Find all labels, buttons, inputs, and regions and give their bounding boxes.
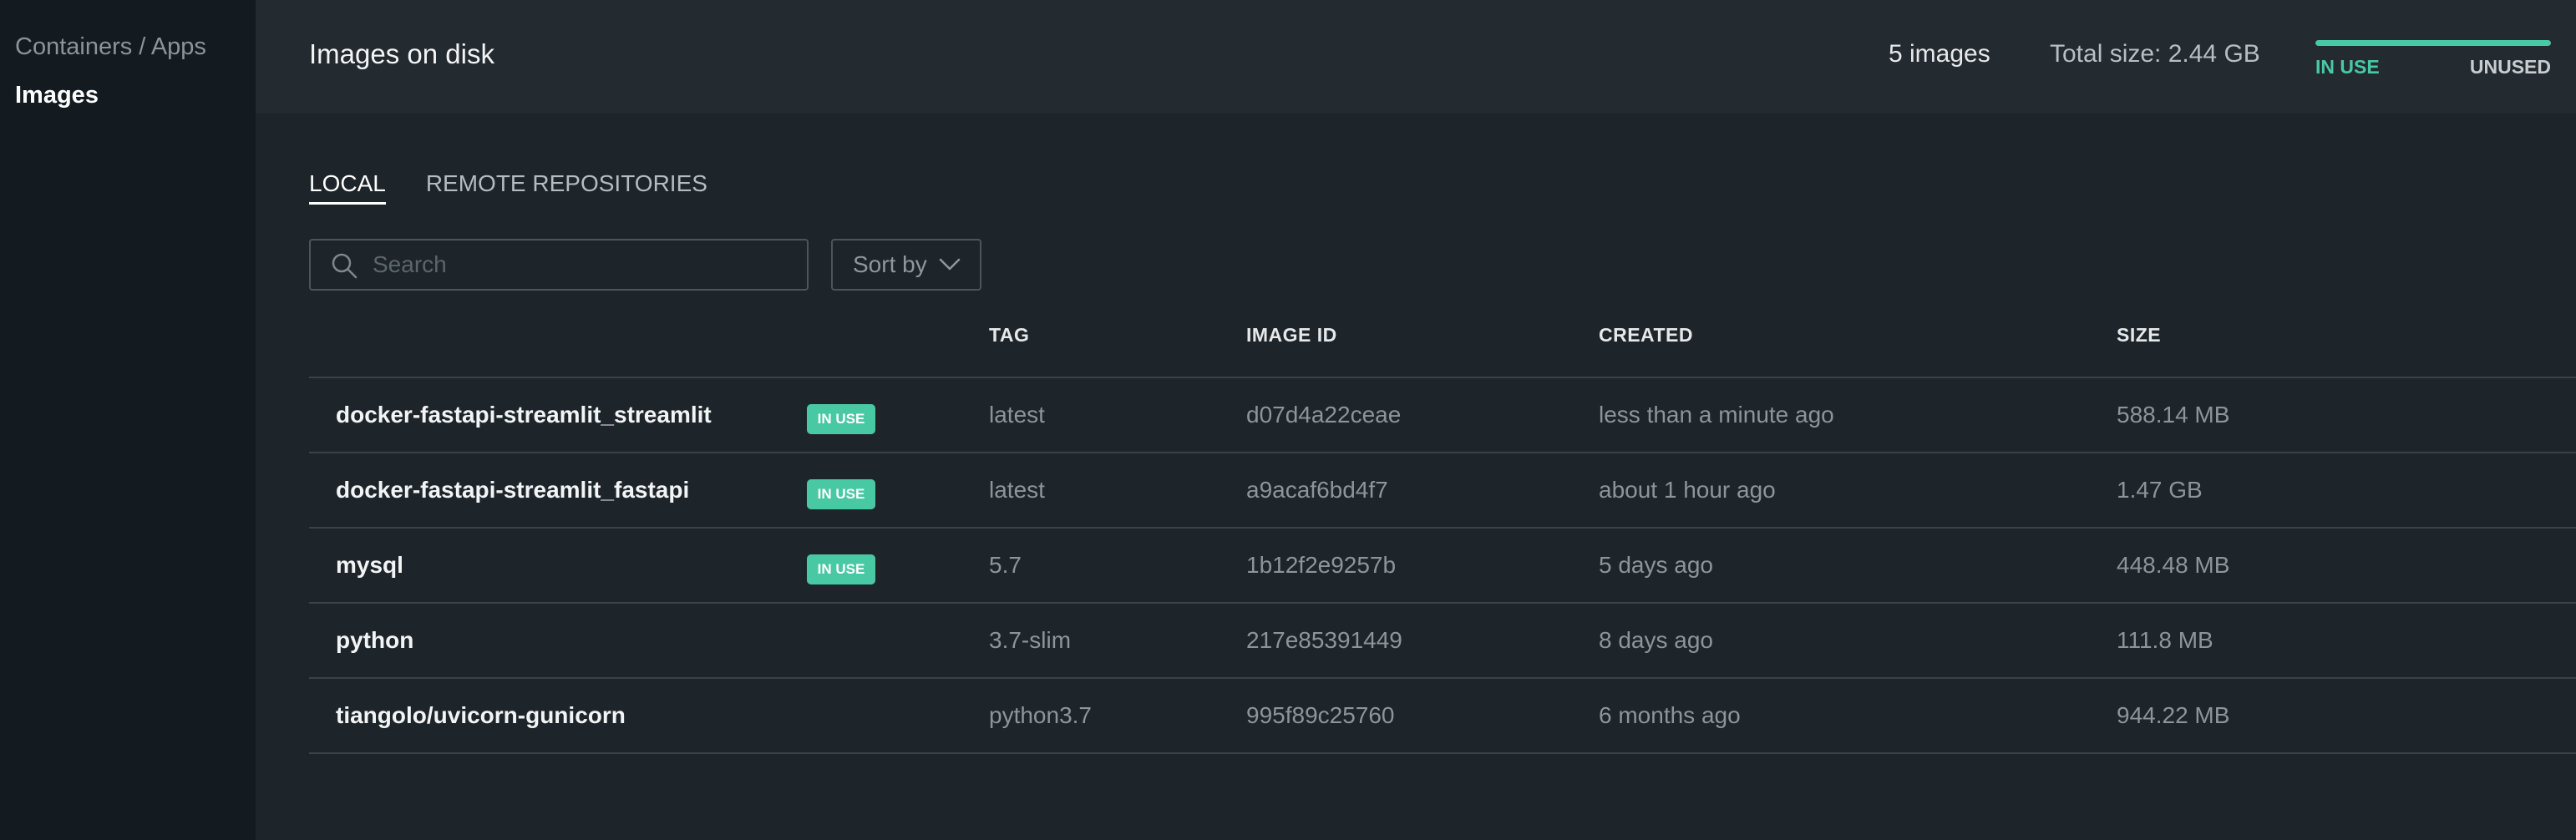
image-created: 8 days ago	[1599, 627, 1713, 653]
usage-fill-in-use	[2315, 40, 2551, 46]
image-count: 5 images	[1889, 40, 1990, 68]
total-size: Total size: 2.44 GB	[2050, 40, 2260, 68]
column-header-created[interactable]: CREATED	[1599, 324, 1693, 347]
image-id: d07d4a22ceae	[1246, 402, 1402, 428]
table-row[interactable]: docker-fastapi-streamlit_fastapi IN USE …	[309, 453, 2576, 529]
image-id: 995f89c25760	[1246, 702, 1395, 728]
tab-bar: LOCAL REMOTE REPOSITORIES	[309, 170, 707, 205]
column-header-image-id[interactable]: IMAGE ID	[1246, 324, 1337, 347]
tab-remote-repositories[interactable]: REMOTE REPOSITORIES	[426, 170, 707, 205]
image-name: tiangolo/uvicorn-gunicorn	[336, 702, 626, 728]
column-header-tag[interactable]: TAG	[989, 324, 1029, 347]
table-row[interactable]: python 3.7-slim 217e85391449 8 days ago …	[309, 604, 2576, 679]
image-created: less than a minute ago	[1599, 402, 1834, 428]
search-icon	[332, 253, 357, 279]
sidebar-item-images[interactable]: Images	[15, 82, 99, 109]
header-bar: Images on disk 5 images Total size: 2.44…	[256, 0, 2576, 114]
chevron-down-icon	[939, 258, 960, 271]
search-box	[309, 239, 809, 291]
usage-track	[2315, 40, 2551, 46]
image-id: 1b12f2e9257b	[1246, 552, 1397, 578]
usage-label-in-use: IN USE	[2315, 56, 2380, 78]
sidebar-item-containers[interactable]: Containers / Apps	[15, 33, 206, 61]
column-header-size[interactable]: SIZE	[2117, 324, 2161, 347]
image-size: 448.48 MB	[2117, 552, 2230, 578]
usage-label-unused: UNUSED	[2469, 56, 2551, 78]
image-tag: python3.7	[989, 702, 1092, 728]
image-size: 1.47 GB	[2117, 477, 2203, 503]
tab-local[interactable]: LOCAL	[309, 170, 386, 205]
image-id: 217e85391449	[1246, 627, 1402, 653]
table-row[interactable]: tiangolo/uvicorn-gunicorn python3.7 995f…	[309, 679, 2576, 754]
image-size: 111.8 MB	[2117, 627, 2213, 653]
image-tag: 5.7	[989, 552, 1022, 578]
in-use-badge: IN USE	[807, 479, 875, 509]
image-name: mysql	[336, 552, 403, 578]
image-created: 5 days ago	[1599, 552, 1713, 578]
image-name: python	[336, 627, 414, 653]
image-tag: 3.7-slim	[989, 627, 1072, 653]
image-tag: latest	[989, 477, 1045, 503]
sort-by-dropdown[interactable]: Sort by	[831, 239, 981, 291]
in-use-badge: IN USE	[807, 404, 875, 434]
sort-by-label: Sort by	[853, 251, 927, 277]
image-name: docker-fastapi-streamlit_fastapi	[336, 477, 690, 503]
image-name: docker-fastapi-streamlit_streamlit	[336, 402, 712, 428]
page-title: Images on disk	[309, 38, 494, 69]
table-row[interactable]: docker-fastapi-streamlit_streamlit IN US…	[309, 378, 2576, 453]
image-size: 944.22 MB	[2117, 702, 2230, 728]
image-created: 6 months ago	[1599, 702, 1741, 728]
image-tag: latest	[989, 402, 1045, 428]
image-created: about 1 hour ago	[1599, 477, 1776, 503]
search-input[interactable]	[373, 240, 790, 289]
disk-usage-bar: IN USE UNUSED	[2315, 40, 2551, 78]
image-id: a9acaf6bd4f7	[1246, 477, 1388, 503]
table-row[interactable]: mysql IN USE 5.7 1b12f2e9257b 5 days ago…	[309, 529, 2576, 604]
image-size: 588.14 MB	[2117, 402, 2230, 428]
sidebar: Containers / Apps Images	[0, 0, 256, 840]
in-use-badge: IN USE	[807, 554, 875, 584]
